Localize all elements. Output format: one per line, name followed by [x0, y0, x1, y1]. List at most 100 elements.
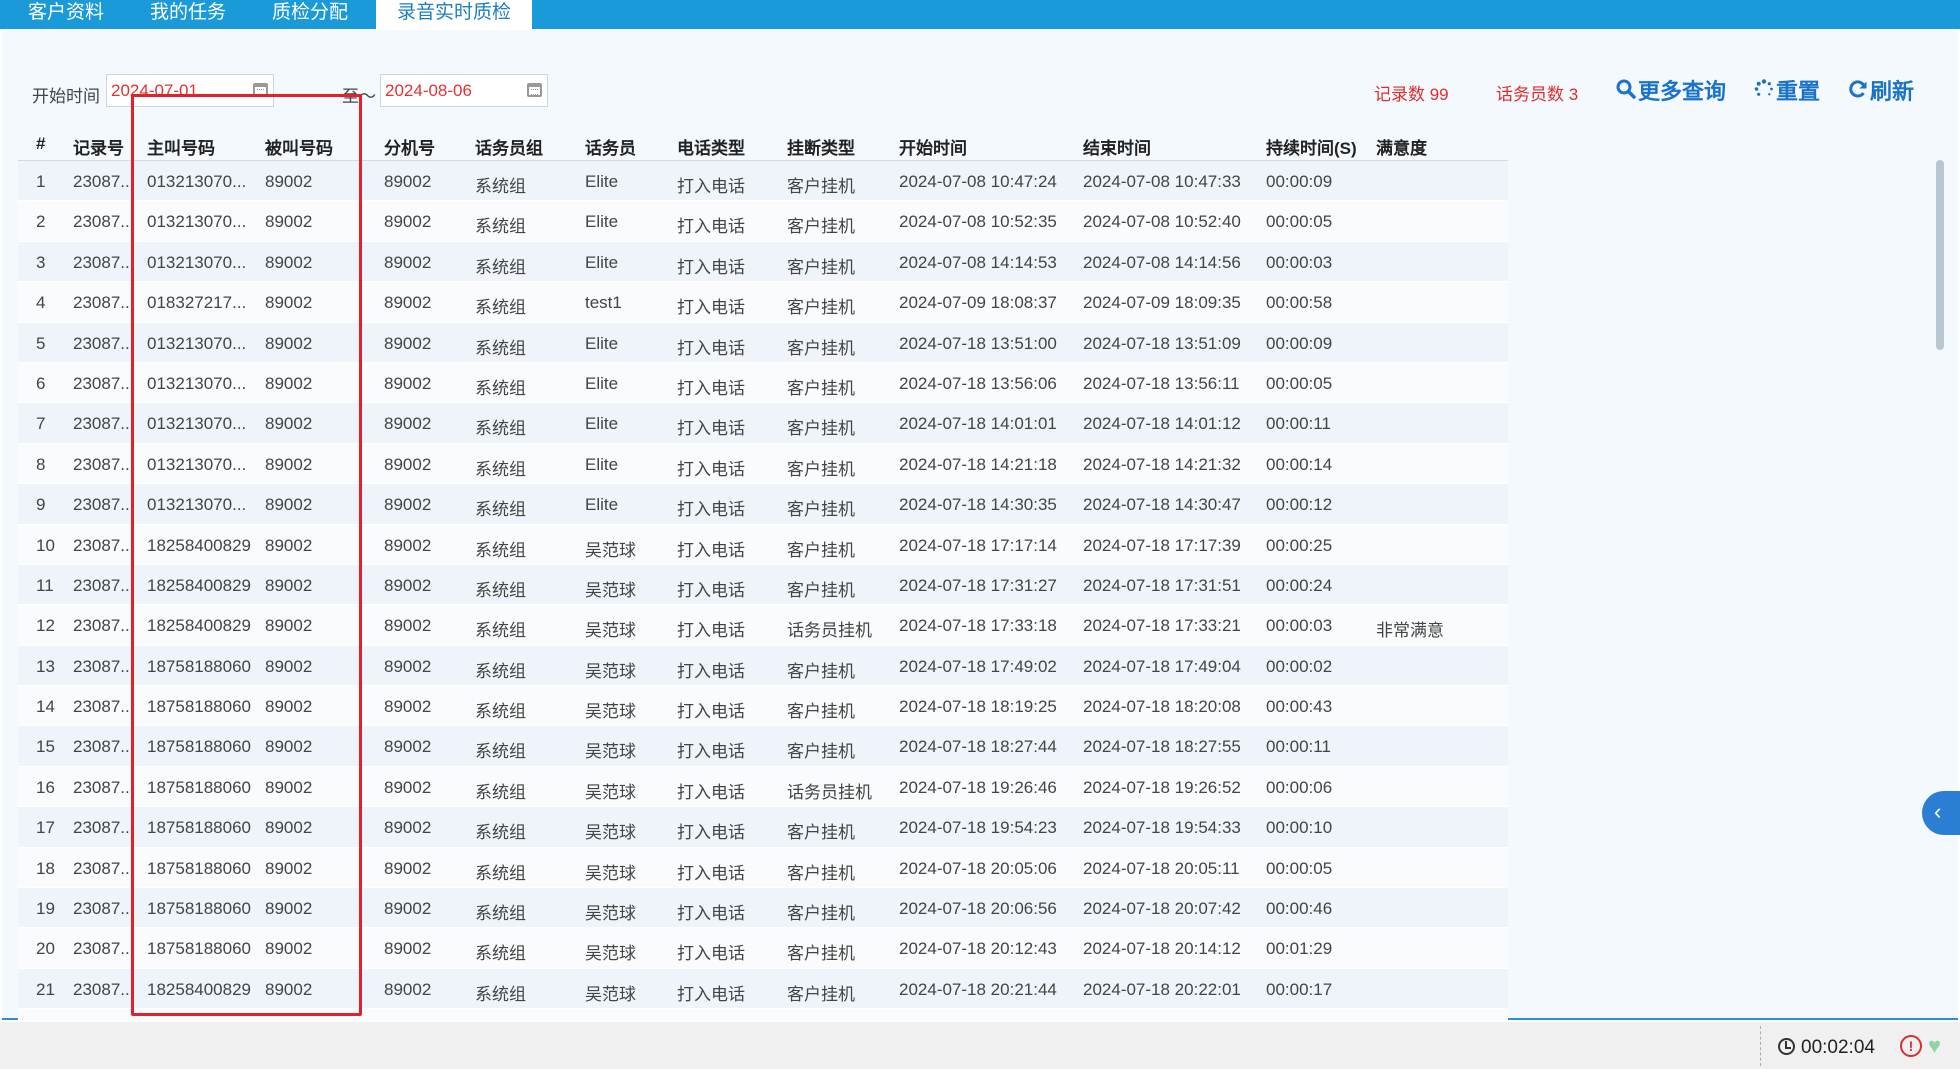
- cell-start-time: 2024-07-18 18:19:25: [899, 697, 1057, 717]
- cell-agent-group: 系统组: [475, 702, 526, 722]
- table-row[interactable]: 3 23087... 013213070... 89002 89002 系统组 Elite 打…: [18, 241, 1508, 283]
- cell-end-time: 2024-07-08 14:14:56: [1083, 252, 1241, 272]
- cell-record-id: 23087...: [73, 979, 135, 999]
- table-row[interactable]: 18 23087... 18758188060 89002 89002 系统组 吴范球 打入电…: [18, 847, 1508, 889]
- cell-end-time: 2024-07-18 17:31:51: [1083, 575, 1241, 595]
- top-tab-bar: 客户资料 我的任务 质检分配 录音实时质检: [0, 0, 1960, 30]
- vertical-scrollbar[interactable]: [1936, 160, 1944, 350]
- cell-caller-number: 18758188060: [147, 858, 252, 878]
- cell-start-time: 2024-07-18 20:05:06: [899, 858, 1057, 878]
- table-row[interactable]: 17 23087... 18758188060 89002 89002 系统组 吴范球 打入电…: [18, 807, 1508, 848]
- table-row[interactable]: 21 23087... 18258400829 89002 89002 系统组 吴范球 打入电…: [18, 968, 1508, 1010]
- column-header-agent[interactable]: 话务员: [585, 134, 636, 159]
- start-date-input[interactable]: 2024-07-01: [106, 74, 274, 107]
- column-header-end-time[interactable]: 结束时间: [1083, 134, 1151, 159]
- cell-caller-number: 18758188060: [147, 939, 252, 959]
- table-row[interactable]: 2 23087... 013213070... 89002 89002 系统组 Elite 打…: [18, 201, 1508, 242]
- cell-duration: 00:00:10: [1266, 818, 1333, 838]
- cell-end-time: 2024-07-18 13:56:11: [1083, 373, 1240, 393]
- record-alert-glyph: !: [1908, 1038, 1914, 1054]
- cell-agent-group: 系统组: [475, 217, 526, 237]
- column-header-satisfaction[interactable]: 满意度: [1376, 134, 1427, 159]
- table-row[interactable]: 19 23087... 18758188060 89002 89002 系统组 吴范球 打入电…: [18, 888, 1508, 929]
- tab-customer-info[interactable]: 客户资料: [10, 0, 122, 29]
- column-header-extension[interactable]: 分机号: [384, 134, 435, 159]
- reset-button[interactable]: 重置: [1754, 74, 1820, 106]
- cell-caller-number: 18258400829: [147, 575, 252, 595]
- cell-duration: 00:01:29: [1266, 939, 1333, 959]
- cell-agent-group: 系统组: [475, 984, 526, 1004]
- column-header-caller-number[interactable]: 主叫号码: [147, 134, 215, 159]
- cell-start-time: 2024-07-18 20:12:43: [899, 939, 1057, 959]
- cell-end-time: 2024-07-18 17:33:21: [1083, 616, 1241, 636]
- cell-end-time: 2024-07-18 20:14:12: [1083, 939, 1241, 959]
- cell-start-time: 2024-07-18 19:26:46: [899, 777, 1057, 797]
- cell-caller-number: 18758188060: [147, 818, 252, 838]
- cell-hangup-type: 客户挂机: [787, 863, 855, 883]
- cell-callee-number: 89002: [265, 979, 313, 999]
- table-row[interactable]: 12 23087... 18258400829 89002 89002 系统组 吴范球 打入电…: [18, 605, 1508, 646]
- end-date-input[interactable]: 2024-08-06: [380, 74, 548, 107]
- calendar-icon[interactable]: [253, 83, 268, 97]
- column-header-hangup-type[interactable]: 挂断类型: [787, 134, 855, 159]
- tab-qc-assign[interactable]: 质检分配: [254, 0, 366, 29]
- cell-caller-number: 013213070...: [147, 454, 247, 474]
- refresh-button[interactable]: 刷新: [1848, 74, 1914, 106]
- record-alert-icon[interactable]: !: [1900, 1035, 1922, 1057]
- cell-record-id: 23087...: [73, 495, 135, 515]
- cell-row-index: 15: [36, 737, 55, 757]
- cell-hangup-type: 客户挂机: [787, 661, 855, 681]
- cell-agent: 吴范球: [585, 944, 636, 964]
- table-row[interactable]: 10 23087... 18258400829 89002 89002 系统组 吴范球 打入电…: [18, 524, 1508, 565]
- side-panel-toggle-button[interactable]: ‹: [1922, 791, 1960, 835]
- cell-call-type: 打入电话: [677, 984, 745, 1004]
- start-date-value: 2024-07-01: [111, 81, 198, 100]
- calendar-icon[interactable]: [527, 83, 542, 97]
- column-header-call-type[interactable]: 电话类型: [677, 134, 745, 159]
- table-row[interactable]: 13 23087... 18758188060 89002 89002 系统组 吴范球 打入电…: [18, 645, 1508, 687]
- cell-hangup-type: 话务员挂机: [787, 782, 872, 802]
- table-row[interactable]: 20 23087... 18758188060 89002 89002 系统组 吴范球 打入电…: [18, 928, 1508, 969]
- cell-extension: 89002: [384, 252, 432, 272]
- heart-icon[interactable]: ♥: [1928, 1033, 1941, 1059]
- table-row[interactable]: 16 23087... 18758188060 89002 89002 系统组 吴范球 打入电…: [18, 766, 1508, 808]
- table-row[interactable]: 1 23087... 013213070... 89002 89002 系统组 Elite 打…: [18, 161, 1508, 202]
- table-row[interactable]: 5 23087... 013213070... 89002 89002 系统组 Elite 打…: [18, 322, 1508, 363]
- record-count: 记录数 99: [1374, 85, 1449, 104]
- table-row[interactable]: 8 23087... 013213070... 89002 89002 系统组 Elite 打…: [18, 443, 1508, 485]
- cell-caller-number: 18758188060: [147, 899, 252, 919]
- table-row[interactable]: 2223087...013213070...8900289002系统组Elite…: [18, 1009, 1508, 1020]
- cell-end-time: 2024-07-18 13:51:09: [1083, 333, 1241, 353]
- table-row[interactable]: 7 23087... 013213070... 89002 89002 系统组 Elite 打…: [18, 403, 1508, 444]
- cell-satisfaction: 非常满意: [1376, 621, 1444, 641]
- cell-callee-number: 89002: [265, 454, 313, 474]
- cell-record-id: 23087...: [73, 252, 135, 272]
- column-header-callee-number[interactable]: 被叫号码: [265, 134, 333, 159]
- column-header-start-time[interactable]: 开始时间: [899, 134, 967, 159]
- cell-end-time: 2024-07-08 10:52:40: [1083, 212, 1241, 232]
- column-header-agent-group[interactable]: 话务员组: [475, 134, 543, 159]
- cell-callee-number: 89002: [265, 858, 313, 878]
- cell-duration: 00:00:06: [1266, 777, 1333, 797]
- table-row[interactable]: 14 23087... 18758188060 89002 89002 系统组 吴范球 打入电…: [18, 686, 1508, 727]
- tab-my-tasks[interactable]: 我的任务: [132, 0, 244, 29]
- tab-recording-realtime-qc[interactable]: 录音实时质检: [376, 0, 532, 30]
- column-header-record-id[interactable]: 记录号: [73, 134, 124, 159]
- table-row[interactable]: 4 23087... 018327217... 89002 89002 系统组 test1 打…: [18, 282, 1508, 323]
- cell-row-index: 12: [36, 616, 55, 636]
- cell-row-index: 11: [36, 575, 54, 595]
- cell-row-index: 21: [36, 979, 55, 999]
- cell-row-index: 6: [36, 373, 46, 393]
- column-header-duration[interactable]: 持续时间(S): [1266, 134, 1357, 159]
- cell-callee-number: 89002: [265, 697, 313, 717]
- more-query-button[interactable]: 更多查询: [1616, 74, 1726, 106]
- cell-hangup-type: 客户挂机: [787, 742, 855, 762]
- table-row[interactable]: 9 23087... 013213070... 89002 89002 系统组 Elite 打…: [18, 484, 1508, 525]
- table-row[interactable]: 15 23087... 18758188060 89002 89002 系统组 吴范球 打入电…: [18, 726, 1508, 767]
- table-row[interactable]: 11 23087... 18258400829 89002 89002 系统组 吴范球 打入电…: [18, 564, 1508, 606]
- cell-agent: 吴范球: [585, 823, 636, 843]
- column-header-row-index[interactable]: #: [36, 134, 45, 154]
- table-row[interactable]: 6 23087... 013213070... 89002 89002 系统组 Elite 打…: [18, 362, 1508, 404]
- cell-extension: 89002: [384, 172, 432, 191]
- cell-duration: 00:00:12: [1266, 495, 1333, 515]
